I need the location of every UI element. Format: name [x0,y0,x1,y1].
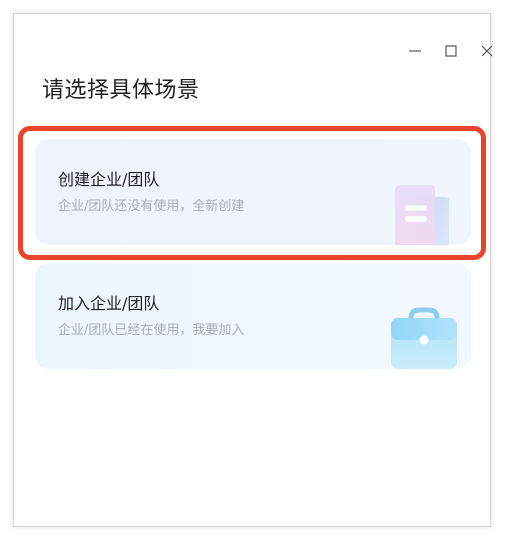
minimize-button[interactable] [406,42,424,60]
maximize-button[interactable] [442,42,460,60]
join-team-option[interactable]: 加入企业/团队 企业/团队已经在使用，我要加入 [35,263,471,369]
close-button[interactable] [478,42,496,60]
briefcase-icon [391,307,457,369]
highlight-box [18,126,486,260]
maximize-icon [445,45,457,57]
join-team-description: 企业/团队已经在使用，我要加入 [58,323,245,338]
join-team-title: 加入企业/团队 [58,294,160,313]
page-title: 请选择具体场景 [42,78,200,103]
close-icon [481,45,493,57]
minimize-icon [409,50,421,52]
